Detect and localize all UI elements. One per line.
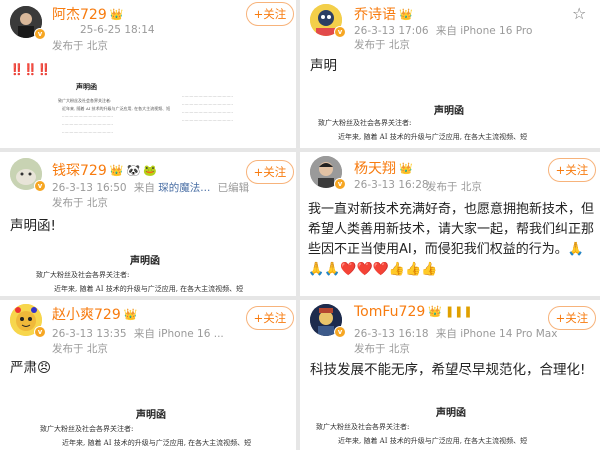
post-time: 26-3-13 13:35 来自 iPhone 16 ... bbox=[52, 326, 224, 341]
user-name-text: 赵小爽729 bbox=[52, 307, 121, 323]
user-name[interactable]: TomFu729 👑 ❚❚❚ bbox=[354, 304, 473, 320]
user-name-text: 杨天翔 bbox=[354, 161, 396, 177]
favorite-star-icon[interactable]: ☆ bbox=[572, 4, 586, 23]
document-salutation: 致广大粉丝及社会各界关注者: bbox=[36, 271, 130, 279]
document-title: 声明函 bbox=[136, 410, 166, 421]
document-body-text: 近年来, 随着 AI 技术的升级与广泛应用, 在各大主流视频、短 bbox=[62, 106, 171, 111]
post-location: 发布于 北京 bbox=[354, 39, 410, 51]
verified-badge-icon: v bbox=[34, 28, 46, 40]
crown-badge-icon: 👑 bbox=[109, 8, 124, 21]
post-time-text: 26-3-13 17:06 bbox=[354, 25, 429, 37]
verified-badge-icon: v bbox=[34, 180, 46, 192]
post-content: 声明函! bbox=[10, 218, 56, 234]
follow-button[interactable]: +关注 bbox=[246, 306, 294, 330]
document-title: 声明函 bbox=[76, 82, 97, 91]
user-name[interactable]: 阿杰729 👑 bbox=[52, 4, 123, 24]
follow-button[interactable]: +关注 bbox=[246, 2, 294, 26]
panda-emoji-icon: 🐼 bbox=[126, 164, 141, 177]
post-card-3: v 钱琛729 👑 🐼 🐸 26-3-13 16:50 来自 琛的魔法... 已编辑 … bbox=[0, 152, 296, 296]
post-card-5: v 赵小爽729 👑 26-3-13 13:35 来自 iPhone 16 ...… bbox=[0, 300, 296, 450]
post-time-text: 26-3-13 13:35 bbox=[52, 328, 127, 340]
document-body-text: 近年来, 随着 AI 技术的升级与广泛应用, 在各大主流视频、短 bbox=[54, 285, 244, 293]
crown-badge-icon: 👑 bbox=[109, 164, 124, 177]
document-title: 声明函 bbox=[436, 408, 466, 419]
post-source-link[interactable]: 琛的魔法... bbox=[158, 182, 210, 194]
post-card-4: v 杨天翔 👑 26-3-13 16:28 发布于 北京 +关注 我一直对新技术充… bbox=[300, 152, 600, 296]
user-name[interactable]: 赵小爽729 👑 bbox=[52, 304, 137, 324]
post-time: 26-3-13 16:18 来自 iPhone 14 Pro Max bbox=[354, 326, 557, 341]
post-time: 26-3-13 16:28 bbox=[354, 179, 429, 191]
verified-badge-icon: v bbox=[334, 326, 346, 338]
document-preview-page[interactable]: 声明函 致广大粉丝及社会各界关注者: 近年来, 随着 AI 技术的升级与广泛应用… bbox=[300, 96, 600, 148]
post-card-1: v 阿杰729 👑 25-6-25 18:14 发布于 北京 +关注 ‼️‼️‼️… bbox=[0, 0, 296, 148]
document-salutation: 致广大粉丝及社会各界关注者: bbox=[316, 423, 410, 431]
user-name-text: 钱琛729 bbox=[52, 163, 107, 179]
crown-badge-icon: 👑 bbox=[399, 162, 413, 175]
post-time: 26-3-13 17:06 来自 iPhone 16 Pro bbox=[354, 23, 532, 38]
user-name[interactable]: 钱琛729 👑 🐼 🐸 bbox=[52, 160, 157, 180]
post-source: 来自 iPhone 14 Pro Max bbox=[435, 328, 558, 340]
follow-button[interactable]: +关注 bbox=[548, 158, 596, 182]
post-time: 26-3-13 16:50 来自 琛的魔法... 已编辑 bbox=[52, 180, 249, 195]
user-name-text: TomFu729 bbox=[354, 304, 426, 320]
post-content: 声明 bbox=[310, 58, 337, 74]
document-body-text: ········································ bbox=[62, 114, 113, 119]
document-body-text: ········································ bbox=[182, 102, 233, 107]
post-time-text: 26-3-13 16:18 bbox=[354, 328, 429, 340]
post-location: 发布于 北京 bbox=[354, 343, 410, 355]
document-title: 声明函 bbox=[130, 256, 160, 267]
post-card-6: v TomFu729 👑 ❚❚❚ 26-3-13 16:18 来自 iPhone 1… bbox=[300, 300, 600, 450]
post-location: 发布于 北京 bbox=[52, 197, 108, 209]
level-badge-icon: ❚❚❚ bbox=[444, 305, 473, 318]
post-card-2: v 乔诗语 👑 26-3-13 17:06 来自 iPhone 16 Pro 发布… bbox=[300, 0, 600, 148]
post-source-prefix: 来自 bbox=[133, 182, 155, 194]
document-preview-page[interactable]: ········································… bbox=[178, 82, 274, 148]
document-preview-page[interactable]: 声明函 致广大粉丝及社会各界关注者: 近年来, 随着 AI 技术的升级与广泛应用… bbox=[300, 396, 600, 450]
verified-badge-icon: v bbox=[34, 326, 46, 338]
post-time: 25-6-25 18:14 bbox=[80, 24, 155, 36]
follow-button[interactable]: +关注 bbox=[246, 160, 294, 184]
document-preview-page[interactable]: 声明函 致广大粉丝及社会各界关注者: 近年来, 随着 AI 技术的升级与广泛应用… bbox=[0, 246, 296, 296]
post-content: 我一直对新技术充满好奇，也愿意拥抱新技术，但希望人类善用新技术，请大家一起，帮我… bbox=[308, 202, 595, 277]
document-body-text: ········································ bbox=[62, 130, 113, 135]
post-location: 发布于 北京 bbox=[52, 40, 108, 52]
document-preview-page[interactable]: 声明函 致广大粉丝及社会各界关注者: 近年来, 随着 AI 技术的升级与广泛应用… bbox=[58, 82, 170, 148]
sticker-emoji-icon: 🐸 bbox=[143, 164, 157, 177]
crown-badge-icon: 👑 bbox=[399, 8, 413, 21]
post-content: 严肃😠 bbox=[10, 360, 52, 376]
post-source: 来自 iPhone 16 ... bbox=[133, 328, 224, 340]
verified-badge-icon: v bbox=[334, 26, 346, 38]
document-salutation: 致广大粉丝及社会各界关注者: bbox=[40, 425, 134, 433]
document-salutation: 致广大粉丝及社会各界关注者: bbox=[58, 98, 112, 103]
document-body-text: ········································ bbox=[62, 122, 113, 127]
post-time-text: 26-3-13 16:50 bbox=[52, 182, 127, 194]
document-body-text: ········································ bbox=[182, 110, 233, 115]
document-body-text: 近年来, 随着 AI 技术的升级与广泛应用, 在各大主流视频、短 bbox=[62, 439, 252, 447]
user-name-text: 阿杰729 bbox=[52, 7, 107, 23]
post-source: 来自 iPhone 16 Pro bbox=[435, 25, 533, 37]
post-location: 发布于 北京 bbox=[52, 343, 108, 355]
user-name[interactable]: 乔诗语 👑 bbox=[354, 4, 413, 24]
document-body-text: ········································ bbox=[182, 94, 233, 99]
post-location: 发布于 北京 bbox=[426, 181, 482, 193]
document-body-text: ········································ bbox=[182, 118, 233, 123]
document-body-text: 近年来, 随着 AI 技术的升级与广泛应用, 在各大主流视频、短 bbox=[338, 437, 528, 445]
crown-badge-icon: 👑 bbox=[428, 305, 442, 318]
document-title: 声明函 bbox=[434, 106, 464, 117]
user-name[interactable]: 杨天翔 👑 bbox=[354, 158, 413, 178]
document-salutation: 致广大粉丝及社会各界关注者: bbox=[318, 119, 412, 127]
verified-badge-icon: v bbox=[334, 178, 346, 190]
post-content: ‼️‼️‼️ bbox=[10, 63, 52, 76]
document-preview-page[interactable]: 声明函 致广大粉丝及社会各界关注者: 近年来, 随着 AI 技术的升级与广泛应用… bbox=[0, 396, 296, 450]
post-content: 科技发展不能无序，希望尽早规范化，合理化! bbox=[310, 362, 586, 378]
user-name-text: 乔诗语 bbox=[354, 7, 396, 23]
follow-button[interactable]: +关注 bbox=[548, 306, 596, 330]
document-body-text: 近年来, 随着 AI 技术的升级与广泛应用, 在各大主流视频、短 bbox=[338, 133, 528, 141]
crown-badge-icon: 👑 bbox=[123, 308, 138, 321]
edited-label: 已编辑 bbox=[217, 182, 250, 194]
